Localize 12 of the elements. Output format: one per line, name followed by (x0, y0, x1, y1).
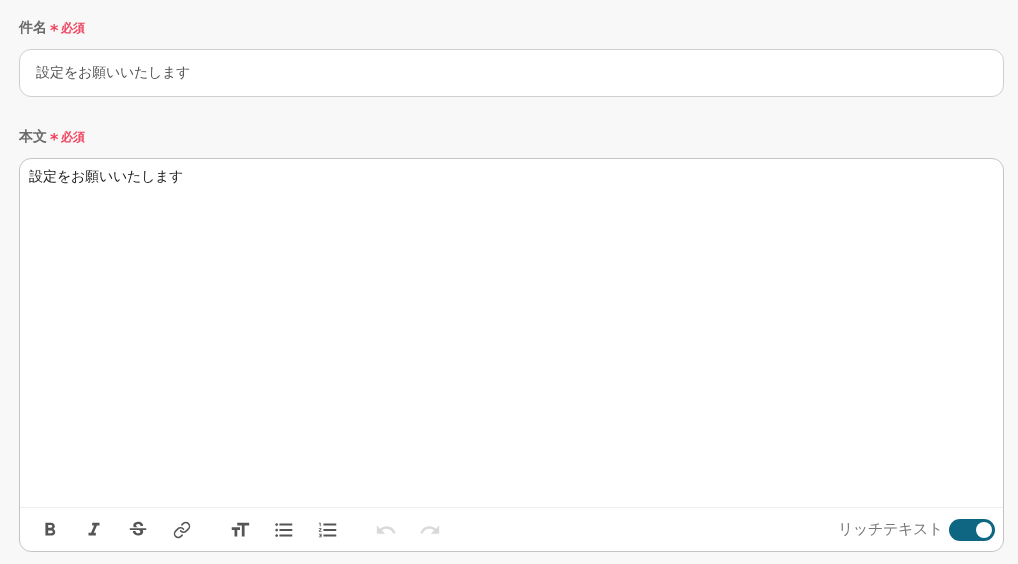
required-asterisk: * (50, 129, 59, 149)
body-editor[interactable]: 設定をお願いいたします リッチテキスト (19, 158, 1004, 552)
required-label: 必須 (61, 19, 86, 37)
toggle-label: リッチテキスト (838, 520, 943, 539)
field-label: 件名 (19, 19, 47, 37)
rich-text-toggle[interactable] (949, 518, 995, 541)
body-text: 設定をお願いいたします (28, 167, 184, 186)
required-asterisk: * (50, 20, 59, 40)
required-label: 必須 (61, 128, 86, 146)
field-label: 本文 (19, 128, 47, 146)
link-icon (173, 520, 191, 539)
subject-input[interactable]: 設定をお願いいたします (19, 49, 1004, 97)
